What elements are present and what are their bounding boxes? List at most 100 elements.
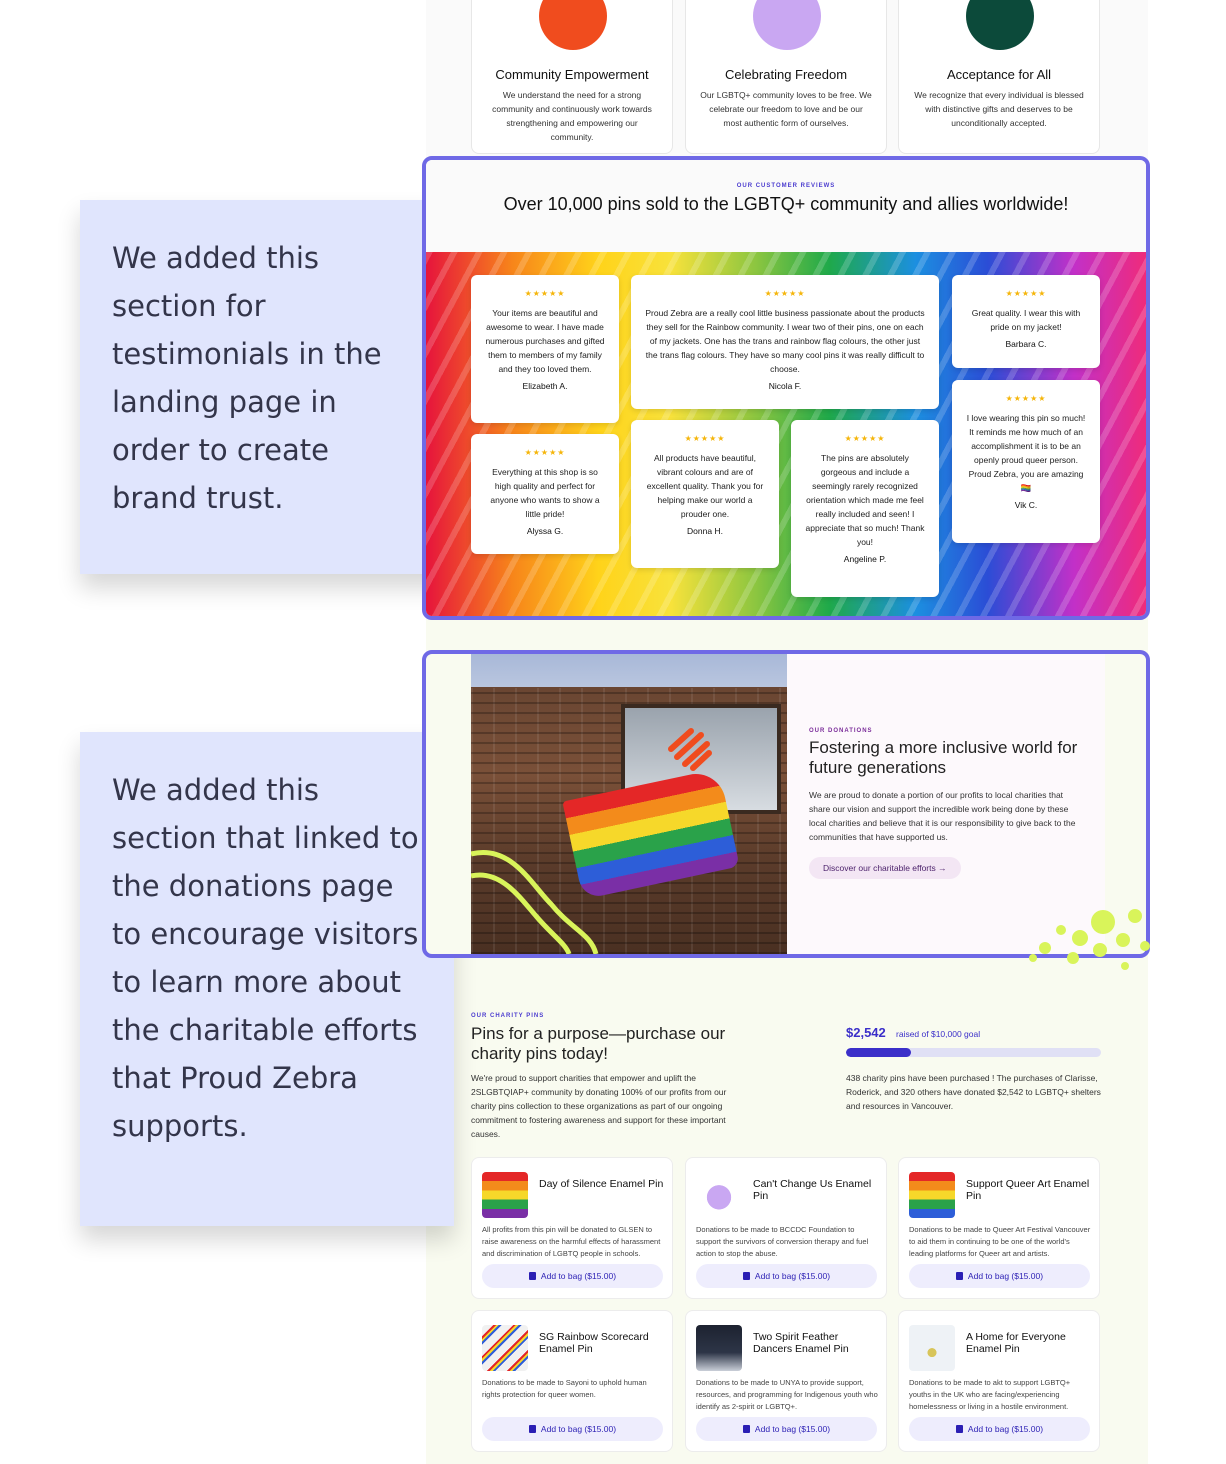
star-rating-icon: ★★★★★	[684, 434, 726, 443]
value-title: Acceptance for All	[946, 67, 1052, 82]
annotation-note-testimonials: We added this section for testimonials i…	[80, 200, 454, 574]
pin-description: Donations to be made to Queer Art Festiv…	[909, 1225, 1091, 1258]
hand-raised-icon	[539, 0, 607, 50]
reviews-header: OUR CUSTOMER REVIEWS Over 10,000 pins so…	[426, 160, 1146, 252]
review-author: Elizabeth A.	[522, 381, 568, 391]
pin-description: All profits from this pin will be donate…	[482, 1225, 661, 1258]
reviews-title: Over 10,000 pins sold to the LGBTQ+ comm…	[503, 194, 1069, 214]
values-section: Community Empowerment We understand the …	[426, 0, 1148, 160]
review-card: ★★★★★ Proud Zebra are a really cool litt…	[631, 275, 939, 409]
add-to-bag-button[interactable]: Add to bag ($15.00)	[696, 1417, 877, 1441]
donation-progress-bar	[846, 1048, 1101, 1057]
value-text: We understand the need for a strong comm…	[492, 90, 652, 142]
pin-name: Two Spirit Feather Dancers Enamel Pin	[753, 1331, 849, 1355]
add-to-bag-button[interactable]: Add to bag ($15.00)	[909, 1417, 1090, 1441]
decorative-dots-icon	[1029, 909, 1150, 970]
add-to-bag-button[interactable]: Add to bag ($15.00)	[482, 1417, 663, 1441]
shopping-bag-icon	[955, 1272, 963, 1280]
shopping-bag-icon	[528, 1272, 536, 1280]
review-card: ★★★★★ Everything at this shop is so high…	[471, 434, 619, 554]
reviews-section: OUR CUSTOMER REVIEWS Over 10,000 pins so…	[422, 156, 1150, 620]
pin-name: SG Rainbow Scorecard Enamel Pin	[539, 1331, 649, 1355]
support-queer-art-pin-image	[909, 1172, 955, 1218]
star-rating-icon: ★★★★★	[1005, 289, 1047, 298]
home-for-everyone-pin-image	[909, 1325, 955, 1371]
review-author: Alyssa G.	[526, 526, 564, 536]
star-rating-icon: ★★★★★	[1005, 394, 1047, 403]
day-of-silence-pin-image	[482, 1172, 528, 1218]
review-author: Vik C.	[1014, 500, 1038, 510]
review-author: Barbara C.	[1005, 339, 1047, 349]
heart-hands-icon	[966, 0, 1034, 50]
pride-flag-photo	[471, 654, 787, 954]
two-spirit-feather-pin-image	[696, 1325, 742, 1371]
add-to-bag-label: Add to bag ($15.00)	[754, 1424, 831, 1434]
add-to-bag-button[interactable]: Add to bag ($15.00)	[909, 1264, 1090, 1288]
raised-summary-text: 438 charity pins have been purchased ! T…	[846, 1073, 1101, 1111]
star-rating-icon: ★★★★★	[764, 289, 806, 298]
value-title: Celebrating Freedom	[724, 67, 848, 82]
value-text: We recognize that every individual is bl…	[914, 90, 1084, 128]
rainbow-icon	[753, 0, 821, 50]
add-to-bag-button[interactable]: Add to bag ($15.00)	[482, 1264, 663, 1288]
donations-eyebrow: OUR DONATIONS	[809, 728, 873, 734]
charity-eyebrow: OUR CHARITY PINS	[471, 1013, 545, 1019]
star-rating-icon: ★★★★★	[524, 289, 566, 298]
cant-change-us-pin-image	[696, 1172, 742, 1218]
case-study-page: Community Empowerment We understand the …	[0, 0, 1226, 1464]
review-author: Nicola F.	[768, 381, 802, 391]
pin-name: Support Queer Art Enamel Pin	[966, 1178, 1090, 1202]
value-card-community: Community Empowerment We understand the …	[471, 0, 673, 154]
discover-charitable-efforts-button[interactable]: Discover our charitable efforts →	[809, 857, 961, 879]
pin-description: Donations to be made to BCCDC Foundation…	[696, 1225, 869, 1258]
pin-name: Day of Silence Enamel Pin	[539, 1178, 664, 1190]
star-rating-icon: ★★★★★	[524, 448, 566, 457]
shopping-bag-icon	[528, 1425, 536, 1433]
review-text: Everything at this shop is so high quali…	[490, 467, 600, 519]
star-rating-icon: ★★★★★	[844, 434, 886, 443]
review-text: The pins are absolutely gorgeous and inc…	[805, 453, 925, 547]
shopping-bag-icon	[742, 1425, 750, 1433]
review-card: ★★★★★ All products have beautiful, vibra…	[631, 420, 779, 568]
raised-goal-label: raised of $10,000 goal	[896, 1029, 981, 1039]
reviews-eyebrow: OUR CUSTOMER REVIEWS	[736, 183, 836, 189]
review-card: ★★★★★ I love wearing this pin so much! I…	[952, 380, 1100, 543]
value-card-acceptance: Acceptance for All We recognize that eve…	[898, 0, 1100, 154]
add-to-bag-label: Add to bag ($15.00)	[540, 1271, 617, 1281]
review-text: Great quality. I wear this with pride on…	[971, 308, 1081, 332]
review-text: I love wearing this pin so much! It remi…	[966, 413, 1086, 493]
add-to-bag-label: Add to bag ($15.00)	[967, 1424, 1044, 1434]
value-text: Our LGBTQ+ community loves to be free. W…	[700, 90, 872, 128]
pin-card: SG Rainbow Scorecard Enamel Pin Donation…	[471, 1310, 673, 1452]
raised-amount: $2,542	[846, 1025, 886, 1040]
review-author: Donna H.	[687, 526, 723, 536]
progress-fill	[846, 1048, 911, 1057]
pin-card: Two Spirit Feather Dancers Enamel Pin Do…	[685, 1310, 887, 1452]
pin-name: Can't Change Us Enamel Pin	[753, 1178, 872, 1202]
add-to-bag-label: Add to bag ($15.00)	[540, 1424, 617, 1434]
pin-description: Donations to be made to Sayoni to uphold…	[482, 1378, 647, 1399]
shopping-bag-icon	[742, 1272, 750, 1280]
value-title: Community Empowerment	[495, 67, 649, 82]
pin-card: Support Queer Art Enamel Pin Donations t…	[898, 1157, 1100, 1299]
review-author: Angeline P.	[843, 554, 887, 564]
review-card: ★★★★★ Great quality. I wear this with pr…	[952, 275, 1100, 368]
pin-name: A Home for Everyone Enamel Pin	[966, 1331, 1066, 1355]
review-card: ★★★★★ The pins are absolutely gorgeous a…	[791, 420, 939, 597]
review-text: Proud Zebra are a really cool little bus…	[645, 308, 925, 374]
add-to-bag-label: Add to bag ($15.00)	[967, 1271, 1044, 1281]
donations-text: We are proud to donate a portion of our …	[809, 790, 1076, 842]
pin-card: A Home for Everyone Enamel Pin Donations…	[898, 1310, 1100, 1452]
add-to-bag-label: Add to bag ($15.00)	[754, 1271, 831, 1281]
charity-title: Pins for a purpose—purchase our charity …	[471, 1024, 726, 1063]
donations-title: Fostering a more inclusive world for fut…	[809, 738, 1078, 777]
pin-description: Donations to be made to UNYA to provide …	[696, 1378, 878, 1411]
decorative-squiggle-icon	[471, 728, 712, 954]
value-card-freedom: Celebrating Freedom Our LGBTQ+ community…	[685, 0, 887, 154]
review-text: Your items are beautiful and awesome to …	[485, 308, 605, 374]
add-to-bag-button[interactable]: Add to bag ($15.00)	[696, 1264, 877, 1288]
pin-description: Donations to be made to akt to support L…	[909, 1378, 1071, 1411]
shopping-bag-icon	[955, 1425, 963, 1433]
pin-card: Can't Change Us Enamel Pin Donations to …	[685, 1157, 887, 1299]
annotation-note-donations: We added this section that linked to the…	[80, 732, 454, 1226]
